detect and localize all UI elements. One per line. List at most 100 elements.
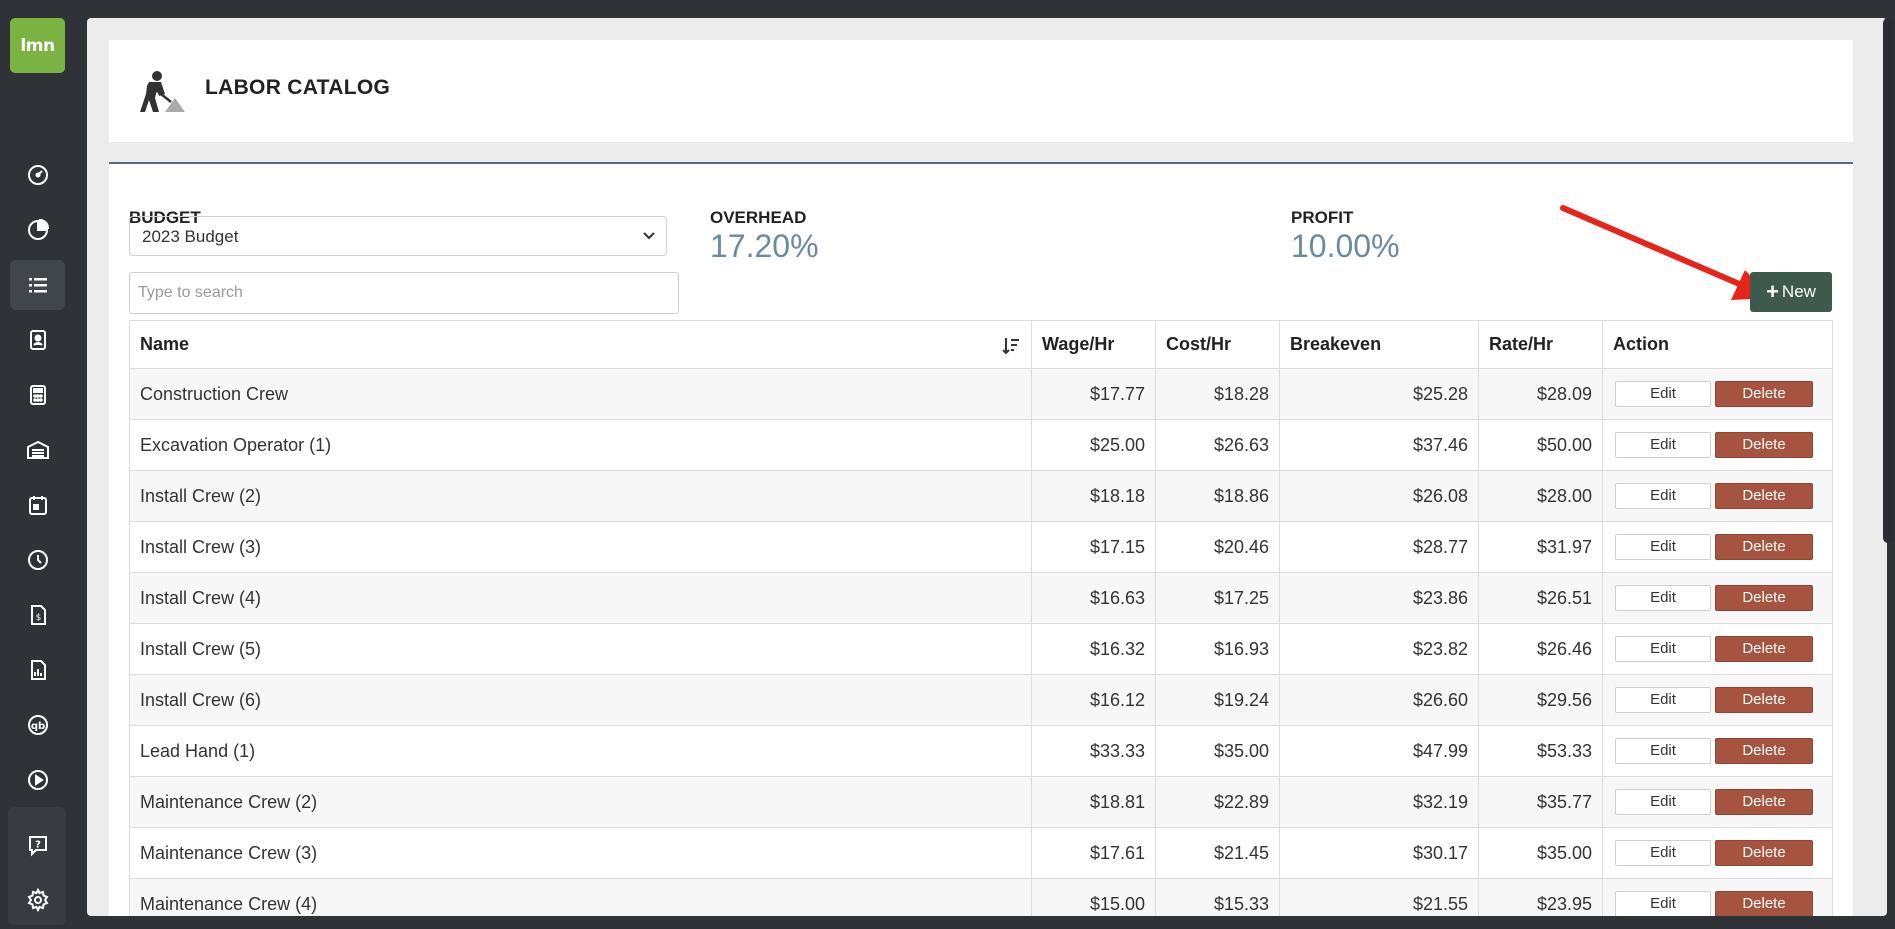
delete-button[interactable]: Delete	[1715, 534, 1813, 560]
edit-button[interactable]: Edit	[1615, 636, 1711, 662]
table-row: Install Crew (3) $17.15 $20.46 $28.77 $31.97…	[129, 521, 1833, 573]
table-header-row: Name Wage/Hr Cost/Hr Breakeven Rate/Hr A…	[129, 320, 1833, 369]
delete-button[interactable]: Delete	[1715, 891, 1813, 916]
calculator-icon	[29, 385, 46, 405]
search-input[interactable]: Type to search	[129, 272, 679, 314]
edit-button[interactable]: Edit	[1615, 891, 1711, 916]
edit-button[interactable]: Edit	[1615, 534, 1711, 560]
delete-button[interactable]: Delete	[1715, 585, 1813, 611]
scrollbar[interactable]	[1883, 18, 1893, 543]
table-row: Install Crew (5) $16.32 $16.93 $23.82 $26.46…	[129, 623, 1833, 675]
delete-button[interactable]: Delete	[1715, 636, 1813, 662]
cell-cost: $26.63	[1155, 419, 1280, 471]
cell-rate: $31.97	[1478, 521, 1603, 573]
cell-rate: $35.00	[1478, 827, 1603, 879]
labor-table: Name Wage/Hr Cost/Hr Breakeven Rate/Hr A…	[129, 320, 1833, 916]
cell-name: Install Crew (6)	[129, 674, 1032, 726]
reports-nav[interactable]	[10, 205, 65, 255]
edit-button[interactable]: Edit	[1615, 432, 1711, 458]
new-button-label: New	[1781, 282, 1816, 301]
help-nav[interactable]: ?	[10, 820, 65, 870]
invoices-nav[interactable]: $	[10, 590, 65, 640]
cell-breakeven: $32.19	[1279, 776, 1479, 828]
cell-wage: $16.63	[1031, 572, 1156, 624]
header-breakeven[interactable]: Breakeven	[1279, 320, 1479, 369]
report-doc-nav[interactable]	[10, 645, 65, 695]
cell-name: Lead Hand (1)	[129, 725, 1032, 777]
content-card: BUDGET 2023 Budget OVERHEAD 17.20% PROFI…	[109, 162, 1853, 916]
page-header: LABOR CATALOG	[109, 40, 1853, 142]
budget-select[interactable]: 2023 Budget	[129, 216, 667, 256]
cell-action: Edit Delete	[1602, 725, 1833, 777]
cell-breakeven: $25.28	[1279, 368, 1479, 420]
edit-button[interactable]: Edit	[1615, 738, 1711, 764]
invoice-icon: $	[30, 605, 46, 625]
cell-breakeven: $26.60	[1279, 674, 1479, 726]
cell-wage: $16.32	[1031, 623, 1156, 675]
catalog-nav[interactable]	[10, 260, 65, 310]
sort-icon[interactable]	[1001, 336, 1021, 356]
clock-icon	[27, 550, 48, 570]
table-row: Excavation Operator (1) $25.00 $26.63 $37.4…	[129, 419, 1833, 471]
table-row: Maintenance Crew (4) $15.00 $15.33 $21.55 $2…	[129, 878, 1833, 916]
cell-rate: $29.56	[1478, 674, 1603, 726]
edit-button[interactable]: Edit	[1615, 483, 1711, 509]
table-row: Construction Crew $17.77 $18.28 $25.28 $28.0…	[129, 368, 1833, 420]
calendar-icon	[28, 496, 47, 515]
delete-button[interactable]: Delete	[1715, 687, 1813, 713]
cell-wage: $16.12	[1031, 674, 1156, 726]
quickbooks-nav[interactable]: qb	[10, 700, 65, 750]
app-logo[interactable]: lmn	[10, 18, 65, 73]
dashboard-nav[interactable]	[10, 150, 65, 200]
cell-breakeven: $23.86	[1279, 572, 1479, 624]
delete-button[interactable]: Delete	[1715, 432, 1813, 458]
settings-nav[interactable]	[10, 875, 65, 925]
worker-shovel-icon	[140, 71, 185, 112]
header-action: Action	[1602, 320, 1833, 369]
table-row: Install Crew (4) $16.63 $17.25 $23.86 $26.51…	[129, 572, 1833, 624]
header-rate[interactable]: Rate/Hr	[1478, 320, 1603, 369]
new-button[interactable]: + New	[1750, 272, 1832, 312]
cell-cost: $15.33	[1155, 878, 1280, 916]
header-wage[interactable]: Wage/Hr	[1031, 320, 1156, 369]
cell-cost: $17.25	[1155, 572, 1280, 624]
estimates-nav[interactable]	[10, 370, 65, 420]
cell-breakeven: $23.82	[1279, 623, 1479, 675]
cell-name: Maintenance Crew (2)	[129, 776, 1032, 828]
cell-cost: $20.46	[1155, 521, 1280, 573]
cell-name: Install Crew (2)	[129, 470, 1032, 522]
header-name[interactable]: Name	[129, 320, 1032, 369]
timesheet-nav[interactable]	[10, 535, 65, 585]
contact-card-icon	[29, 330, 46, 350]
videos-nav[interactable]	[10, 755, 65, 805]
main-panel: LABOR CATALOG BUDGET 2023 Budget OVERHEA…	[87, 18, 1887, 916]
cell-cost: $16.93	[1155, 623, 1280, 675]
profit-value: 10.00%	[1291, 228, 1400, 264]
header-cost[interactable]: Cost/Hr	[1155, 320, 1280, 369]
cell-action: Edit Delete	[1602, 572, 1833, 624]
cell-cost: $18.86	[1155, 470, 1280, 522]
delete-button[interactable]: Delete	[1715, 738, 1813, 764]
warehouse-nav[interactable]	[10, 425, 65, 475]
edit-button[interactable]: Edit	[1615, 840, 1711, 866]
contacts-nav[interactable]	[10, 315, 65, 365]
cell-wage: $17.15	[1031, 521, 1156, 573]
red-arrow-annotation	[1560, 205, 1771, 300]
cell-rate: $28.00	[1478, 470, 1603, 522]
edit-button[interactable]: Edit	[1615, 585, 1711, 611]
edit-button[interactable]: Edit	[1615, 789, 1711, 815]
labor-table-wrap: Name Wage/Hr Cost/Hr Breakeven Rate/Hr A…	[129, 320, 1833, 916]
delete-button[interactable]: Delete	[1715, 789, 1813, 815]
cell-rate: $26.51	[1478, 572, 1603, 624]
svg-text:$: $	[35, 613, 41, 623]
delete-button[interactable]: Delete	[1715, 381, 1813, 407]
dashboard-icon	[27, 165, 48, 185]
cell-name: Install Crew (5)	[129, 623, 1032, 675]
delete-button[interactable]: Delete	[1715, 840, 1813, 866]
edit-button[interactable]: Edit	[1615, 687, 1711, 713]
schedule-nav[interactable]	[10, 480, 65, 530]
edit-button[interactable]: Edit	[1615, 381, 1711, 407]
delete-button[interactable]: Delete	[1715, 483, 1813, 509]
search-placeholder: Type to search	[138, 284, 243, 301]
cell-rate: $53.33	[1478, 725, 1603, 777]
